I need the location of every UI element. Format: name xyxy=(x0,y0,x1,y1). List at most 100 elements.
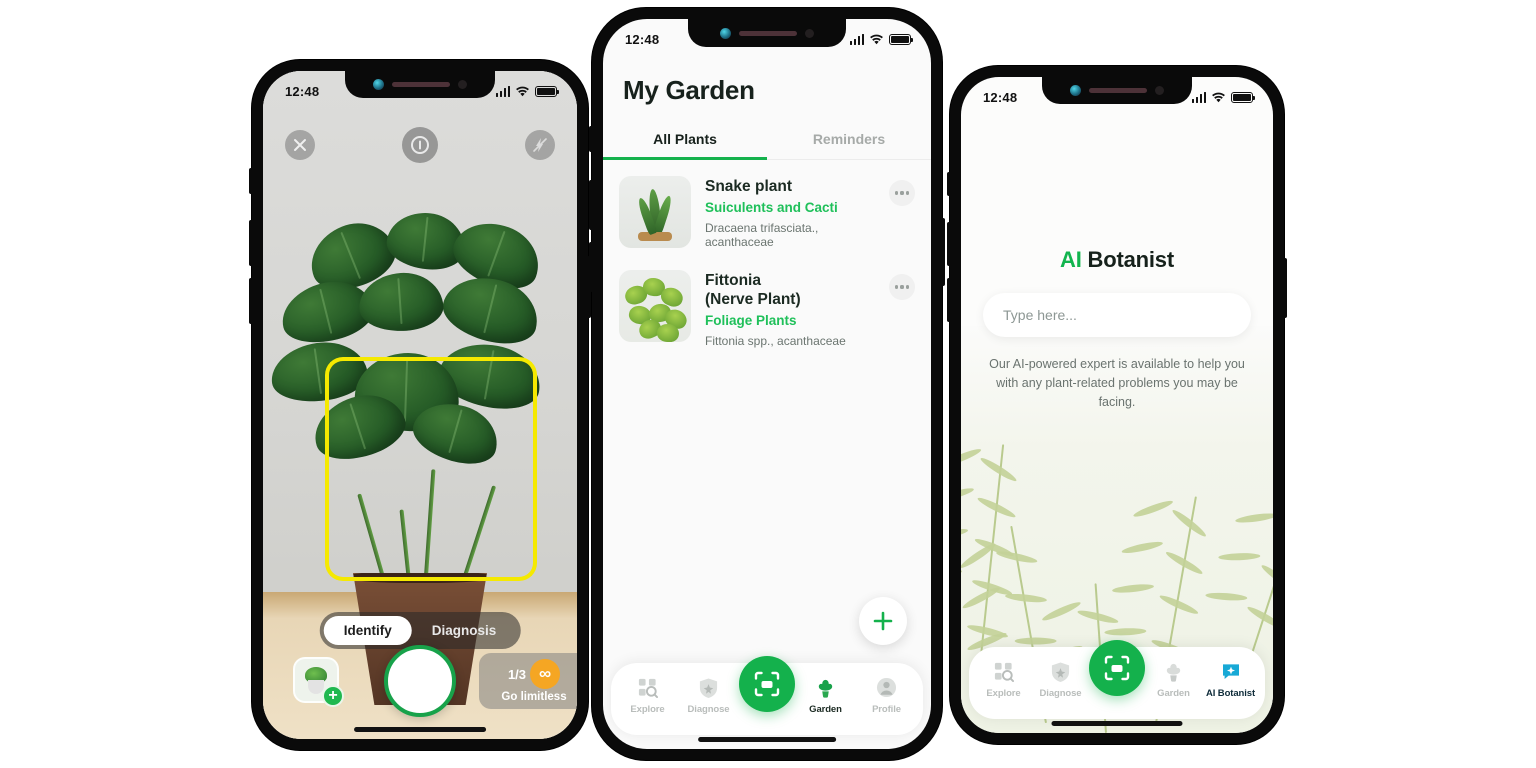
plant-category: Foliage Plants xyxy=(705,312,797,328)
plant-scientific-name: Dracaena trifasciata., acanthaceae xyxy=(705,220,819,249)
cellular-signal-icon xyxy=(1191,91,1206,103)
plant-info: Snake plant Suiculents and Cacti Dracaen… xyxy=(705,176,875,249)
close-icon[interactable] xyxy=(285,130,315,160)
sidebar-item-diagnose[interactable]: Diagnose xyxy=(678,676,739,715)
phone-notch xyxy=(1042,77,1192,104)
mute-switch[interactable] xyxy=(947,172,951,196)
bottom-navigation: Explore Diagnose xyxy=(611,656,923,735)
ai-chat-input-container[interactable] xyxy=(983,293,1251,337)
garden-tabs: All Plants Reminders xyxy=(603,121,931,160)
flash-off-icon[interactable] xyxy=(525,130,555,160)
mode-tab-identify[interactable]: Identify xyxy=(323,616,412,645)
tab-all-plants[interactable]: All Plants xyxy=(603,121,767,160)
sidebar-item-explore[interactable]: Explore xyxy=(617,676,678,715)
page-title-rest: Botanist xyxy=(1081,247,1175,272)
sidebar-item-label: Garden xyxy=(1157,687,1190,699)
info-icon[interactable] xyxy=(402,127,438,163)
gallery-thumbnail-button[interactable]: + xyxy=(293,657,344,707)
plant-list: Snake plant Suiculents and Cacti Dracaen… xyxy=(603,167,931,360)
sidebar-item-explore[interactable]: Explore xyxy=(975,660,1032,699)
scan-count: 1/3 xyxy=(507,666,527,682)
ai-botanist-icon xyxy=(1220,660,1242,684)
wifi-icon xyxy=(870,34,883,44)
sidebar-item-label: Diagnose xyxy=(1039,687,1082,699)
home-indicator xyxy=(698,737,836,742)
page-title: AI Botanist xyxy=(961,247,1273,273)
cellular-signal-icon xyxy=(849,33,864,45)
camera-mode-tabs: Identify Diagnosis xyxy=(319,612,521,649)
ai-description: Our AI-powered expert is available to he… xyxy=(989,357,1245,409)
bottom-navigation: Explore Diagnose xyxy=(969,640,1265,719)
snake-plant-thumbnail xyxy=(619,176,691,248)
plus-icon xyxy=(873,611,893,631)
front-camera-icon xyxy=(373,79,384,90)
infinity-icon: ∞ xyxy=(530,659,561,689)
proximity-sensor-icon xyxy=(458,80,467,89)
earpiece-speaker xyxy=(1089,88,1147,93)
garden-screen: 12:48 My Garden All Plants Reminders Sna… xyxy=(603,19,931,749)
row-more-icon[interactable] xyxy=(889,180,915,206)
gallery-add-badge[interactable]: + xyxy=(322,685,344,707)
fittonia-thumbnail xyxy=(619,269,691,342)
mute-switch[interactable] xyxy=(249,168,253,194)
explore-icon xyxy=(993,660,1014,684)
sidebar-item-label: Garden xyxy=(809,703,842,715)
mode-tab-diagnosis[interactable]: Diagnosis xyxy=(412,616,517,645)
scan-icon xyxy=(754,671,780,697)
volume-up-button[interactable] xyxy=(589,180,593,230)
shutter-button[interactable] xyxy=(384,645,456,717)
sidebar-item-label: Profile xyxy=(872,703,901,715)
scan-button[interactable] xyxy=(739,656,795,712)
sidebar-item-profile[interactable]: Profile xyxy=(856,676,917,715)
power-button[interactable] xyxy=(941,218,945,286)
sidebar-item-label: Diagnose xyxy=(687,703,730,715)
page-title-accent: AI xyxy=(1060,247,1082,272)
sidebar-item-ai-botanist[interactable]: AI Botanist xyxy=(1202,660,1259,699)
go-limitless-badge[interactable]: 1/3 ∞ Go limitless xyxy=(479,653,577,709)
sidebar-item-diagnose[interactable]: Diagnose xyxy=(1032,660,1089,699)
volume-up-button[interactable] xyxy=(249,220,253,266)
earpiece-speaker xyxy=(392,82,450,87)
go-limitless-label: Go limitless xyxy=(501,691,567,703)
power-button[interactable] xyxy=(1283,258,1287,318)
tab-reminders[interactable]: Reminders xyxy=(767,121,931,159)
table-row[interactable]: Fittonia (Nerve Plant) Foliage Plants Fi… xyxy=(603,261,931,360)
volume-up-button[interactable] xyxy=(947,222,951,266)
scan-button[interactable] xyxy=(1089,640,1145,696)
phone-my-garden: 12:48 My Garden All Plants Reminders Sna… xyxy=(589,8,945,760)
volume-down-button[interactable] xyxy=(589,242,593,292)
sidebar-item-garden[interactable]: Garden xyxy=(1145,660,1202,699)
home-indicator xyxy=(1051,721,1183,726)
front-camera-icon xyxy=(1070,85,1081,96)
sidebar-item-label: Explore xyxy=(630,703,665,715)
battery-icon xyxy=(889,33,914,45)
camera-screen: 12:48 Identify Diagnosis + 1/3 ∞ Go limi… xyxy=(263,71,577,739)
phone-camera-identify: 12:48 Identify Diagnosis + 1/3 ∞ Go limi… xyxy=(249,60,591,750)
phone-ai-botanist: 12:48 AI Botanist Our AI-powered exper xyxy=(947,66,1287,744)
garden-plant-icon xyxy=(815,676,836,700)
home-indicator xyxy=(354,727,486,732)
table-row[interactable]: Snake plant Suiculents and Cacti Dracaen… xyxy=(603,167,931,261)
volume-down-button[interactable] xyxy=(947,278,951,322)
scan-frame-overlay xyxy=(325,357,537,581)
ai-botanist-screen: 12:48 AI Botanist Our AI-powered exper xyxy=(961,77,1273,733)
scan-icon xyxy=(1104,655,1130,681)
mute-switch[interactable] xyxy=(589,126,593,152)
status-time: 12:48 xyxy=(625,31,660,47)
battery-icon xyxy=(535,85,560,97)
add-plant-button[interactable] xyxy=(859,597,907,645)
volume-down-button[interactable] xyxy=(249,278,253,324)
plant-scientific-name: Fittonia spp., acanthaceae xyxy=(705,333,846,348)
sidebar-item-label: AI Botanist xyxy=(1205,687,1256,699)
proximity-sensor-icon xyxy=(805,28,814,38)
wifi-icon xyxy=(1212,92,1225,102)
ai-chat-input[interactable] xyxy=(1003,307,1231,323)
phone-notch xyxy=(688,19,846,47)
sidebar-item-garden[interactable]: Garden xyxy=(795,676,856,715)
plant-info: Fittonia (Nerve Plant) Foliage Plants Fi… xyxy=(705,270,875,348)
profile-avatar-icon xyxy=(876,676,897,700)
plant-name: Fittonia (Nerve Plant) xyxy=(705,271,801,308)
row-more-icon[interactable] xyxy=(889,273,915,300)
plant-category: Suiculents and Cacti xyxy=(705,199,838,215)
battery-icon xyxy=(1231,91,1256,103)
